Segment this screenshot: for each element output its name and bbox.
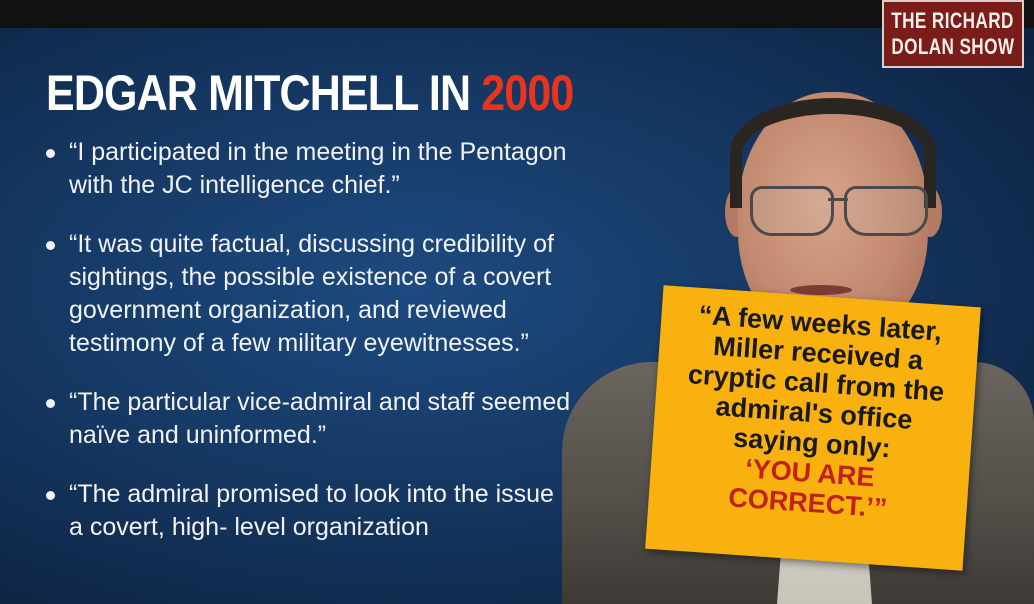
bullet-list: “I participated in the meeting in the Pe… xyxy=(40,136,600,570)
presentation-slide: EDGAR MITCHELL IN 2000 “I participated i… xyxy=(0,28,1034,604)
bullet-item: “The admiral promised to look into the i… xyxy=(40,478,600,544)
portrait-mouth xyxy=(790,285,852,295)
bullet-item: “It was quite factual, discussing credib… xyxy=(40,228,600,360)
show-logo-tag: THE RICHARD DOLAN SHOW xyxy=(882,0,1024,68)
quote-callout: “A few weeks later, Miller received a cr… xyxy=(645,285,981,571)
quote-text: “A few weeks later, Miller received a cr… xyxy=(648,297,980,529)
title-year: 2000 xyxy=(481,65,574,121)
glasses-icon xyxy=(742,186,932,236)
bullet-item: “I participated in the meeting in the Pe… xyxy=(40,136,600,202)
top-letterbox-bar xyxy=(0,0,1034,28)
bullet-item: “The particular vice-admiral and staff s… xyxy=(40,386,600,452)
slide-title: EDGAR MITCHELL IN 2000 xyxy=(46,64,574,122)
show-name-line2: DOLAN SHOW xyxy=(891,34,1015,59)
show-name-line1: THE RICHARD xyxy=(891,8,1015,33)
title-main: EDGAR MITCHELL IN xyxy=(46,65,482,121)
